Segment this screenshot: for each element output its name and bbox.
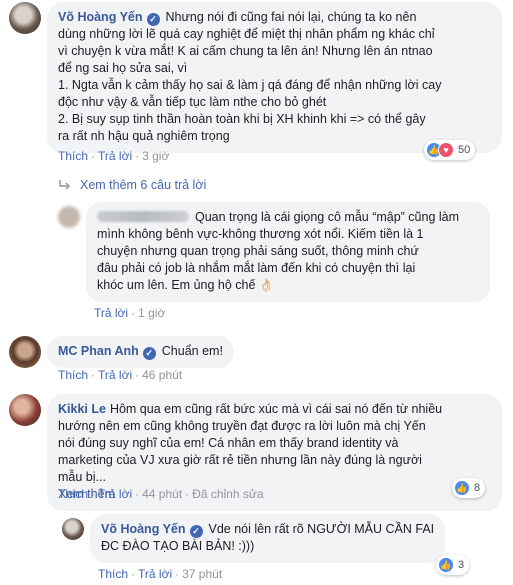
timestamp[interactable]: 46 phút: [142, 368, 182, 382]
comment-text: mẫu bị...: [58, 470, 106, 484]
reply-button[interactable]: Trả lời: [98, 368, 132, 382]
comment-mc-phan-anh: MC Phan Anh ✓ Chuẩn em!: [9, 336, 234, 368]
author-name[interactable]: MC Phan Anh: [58, 344, 139, 358]
reaction-count: 8: [474, 482, 481, 494]
comment-bubble: Võ Hoàng Yến ✓ Vde nói lên rất rõ NGƯỜI MẪ…: [90, 514, 446, 563]
comment-text: ĐC ĐÀO TẠO BÀI BẢN! :))): [101, 539, 255, 553]
reply-button[interactable]: Trả lời: [94, 306, 128, 320]
love-reaction-icon: ♥: [438, 142, 454, 158]
comment-text: để ng sai họ sửa sai, vì: [58, 61, 188, 75]
comment-text: Nhưng nói đi cũng fai nói lại, chúng ta …: [165, 10, 417, 24]
comment-text: Chuẩn em!: [161, 344, 223, 358]
comment-vo-hoang-yen: Võ Hoàng Yến ✓ Nhưng nói đi cũng fai nói l…: [9, 2, 502, 153]
avatar[interactable]: [9, 2, 41, 34]
timestamp[interactable]: 37 phút: [182, 567, 222, 581]
verified-badge-icon: ✓: [146, 13, 160, 26]
comment-text: hướng nên em cũng không truyền đạt được …: [58, 419, 426, 433]
comment-text: mình không bênh vực-không thương xót nổi…: [97, 227, 424, 241]
like-button[interactable]: Thích: [58, 487, 88, 501]
comment-text: vì chuyện k vừa mắt! K ai cấm chung ta l…: [58, 44, 433, 58]
like-button[interactable]: Thích: [58, 149, 88, 163]
comment-actions: Thích · Trả lời · 46 phút: [58, 368, 183, 382]
comment-text: nói đúng suy nghĩ của em! Cá nhân em thấ…: [58, 436, 399, 450]
see-more-replies[interactable]: Xem thêm 6 câu trả lời: [58, 178, 206, 192]
reply-button[interactable]: Trả lời: [138, 567, 172, 581]
comment-text: 2. Bị suy sụp tinh thần hoàn toàn khi bị…: [58, 112, 426, 126]
reply-button[interactable]: Trả lời: [98, 487, 132, 501]
comment-text: Quan trọng là cái giọng cô mẫu “mập” cũn…: [195, 210, 460, 224]
like-reaction-icon: 👍: [454, 480, 470, 496]
author-name[interactable]: Kikki Le: [58, 402, 106, 416]
reply-vo-hoang-yen: Võ Hoàng Yến ✓ Vde nói lên rất rõ NGƯỜI MẪ…: [62, 514, 446, 563]
comment-text: marketing của VJ xưa giờ rất rẻ tiền như…: [58, 453, 422, 467]
like-reaction-icon: 👍: [438, 557, 454, 573]
comment-bubble: Quan trọng là cái giọng cô mẫu “mập” cũn…: [86, 202, 490, 302]
avatar[interactable]: [62, 518, 84, 540]
timestamp[interactable]: 1 giờ: [138, 306, 165, 320]
timestamp[interactable]: 3 giờ: [142, 149, 169, 163]
comment-actions: Trả lời · 1 giờ: [94, 306, 166, 320]
see-more-replies-label[interactable]: Xem thêm 6 câu trả lời: [80, 178, 206, 192]
like-button[interactable]: Thích: [98, 567, 128, 581]
comment-actions: Thích · Trả lời · 44 phút · Đã chỉnh sửa: [58, 487, 264, 501]
timestamp[interactable]: 44 phút: [142, 487, 182, 501]
comment-text: 1. Ngta vẫn k cảm thấy họ sai & làm j qá…: [58, 78, 442, 92]
reply-anonymous: Quan trọng là cái giọng cô mẫu “mập” cũn…: [58, 202, 490, 302]
avatar[interactable]: [9, 336, 41, 368]
comment-bubble: Võ Hoàng Yến ✓ Nhưng nói đi cũng fai nói l…: [47, 2, 502, 153]
reaction-summary[interactable]: 👍 ♥ 50: [424, 140, 476, 160]
reaction-count: 3: [458, 559, 465, 571]
verified-badge-icon: ✓: [189, 525, 203, 538]
comment-actions: Thích · Trả lời · 3 giờ: [58, 149, 170, 163]
comment-text: chuyện nhưng quan trọng phải sáng suốt, …: [97, 244, 419, 258]
like-button[interactable]: Thích: [58, 368, 88, 382]
comment-text: khóc um lên. Em ủng hộ chế 👌🏻: [97, 278, 275, 292]
author-name[interactable]: Võ Hoàng Yến: [101, 522, 186, 536]
comment-text: độc như vậy & vẫn tiếp tục làm nthe cho …: [58, 95, 327, 109]
avatar[interactable]: [58, 206, 80, 228]
comment-bubble: MC Phan Anh ✓ Chuẩn em!: [47, 336, 234, 368]
reaction-summary[interactable]: 👍 3: [436, 555, 470, 575]
author-name[interactable]: Võ Hoàng Yến: [58, 10, 143, 24]
author-name[interactable]: [97, 211, 189, 222]
comment-text: ra rất nh hậu quả nghiêm trọng: [58, 129, 230, 143]
reply-arrow-icon: [59, 180, 70, 190]
avatar[interactable]: [9, 394, 41, 426]
comment-text: Vde nói lên rất rõ NGƯỜI MẪU CẦN FAI: [208, 522, 435, 536]
reaction-count: 50: [458, 144, 471, 156]
verified-badge-icon: ✓: [142, 347, 156, 360]
comment-text: đâu phải có job là nhắm mắt làm đến khi …: [97, 261, 416, 275]
comment-actions: Thích · Trả lời · 37 phút: [98, 567, 223, 581]
comment-text: dùng những lời lẽ quá cay nghiệt để miệt…: [58, 27, 435, 41]
edited-label[interactable]: Đã chỉnh sửa: [192, 487, 263, 501]
reaction-summary[interactable]: 👍 8: [452, 478, 486, 498]
reply-button[interactable]: Trả lời: [98, 149, 132, 163]
comment-text: Hôm qua em cũng rất bức xúc mà vì cái sa…: [109, 402, 443, 416]
